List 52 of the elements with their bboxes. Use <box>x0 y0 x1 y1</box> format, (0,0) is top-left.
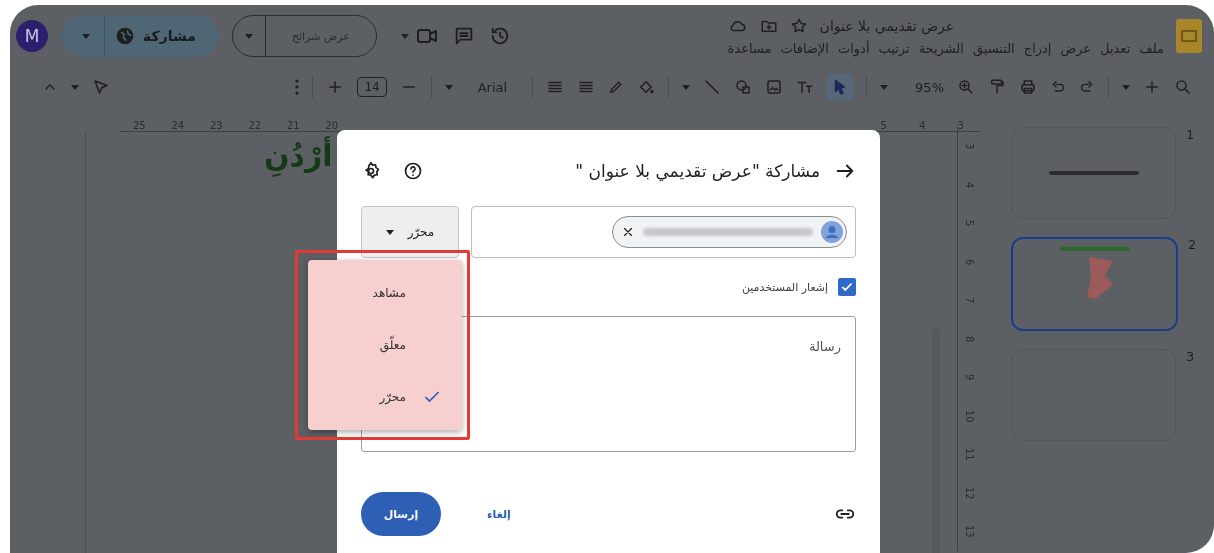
menu-item[interactable]: التنسيق <box>972 40 1015 56</box>
send-button[interactable]: إرسال <box>361 492 441 536</box>
star-icon[interactable] <box>789 16 808 35</box>
slide-heading: أرْدُنِ <box>264 138 333 182</box>
slide-number: 3 <box>1186 349 1195 364</box>
close-icon[interactable] <box>621 225 635 239</box>
help-icon[interactable] <box>403 161 423 181</box>
paint-format-icon[interactable] <box>988 78 1006 96</box>
user-avatar[interactable]: M <box>16 20 48 52</box>
slide-thumbnail[interactable] <box>1011 127 1176 219</box>
notify-label: إشعار المستخدمين <box>741 280 828 294</box>
menu-item[interactable]: إدراج <box>1023 40 1052 56</box>
font-selector[interactable]: Arial <box>477 79 508 95</box>
share-button[interactable]: مشاركة <box>62 15 218 57</box>
slides-logo-icon[interactable] <box>1176 19 1202 53</box>
image-icon[interactable] <box>765 78 784 96</box>
font-size-field[interactable]: 14 <box>357 77 387 97</box>
role-dropdown[interactable]: محرّر <box>361 206 459 258</box>
menu-item[interactable]: الإضافات <box>780 40 829 56</box>
search-icon[interactable] <box>1174 78 1192 96</box>
shapes-icon[interactable] <box>734 78 753 96</box>
more-options-icon[interactable] <box>295 79 300 95</box>
role-option[interactable]: مشاهد <box>308 270 462 316</box>
slide-number: 1 <box>1186 127 1195 142</box>
thumbnail-text-line <box>1059 247 1130 251</box>
add-icon[interactable] <box>1143 78 1161 96</box>
slide-number: 2 <box>1188 237 1197 252</box>
menu-item[interactable]: ترتيب <box>878 40 910 56</box>
redo-icon[interactable] <box>1079 79 1095 95</box>
zoom-level[interactable]: 95% <box>915 79 944 95</box>
cancel-link[interactable]: إلغاء <box>481 506 517 522</box>
print-icon[interactable] <box>1019 78 1037 96</box>
person-avatar-icon <box>821 221 843 243</box>
zoom-icon[interactable] <box>957 78 975 96</box>
notify-checkbox[interactable] <box>838 278 856 296</box>
dialog-title: مشاركة "عرض تقديمي بلا عنوان " <box>574 161 820 181</box>
menu-item[interactable]: أدوات <box>838 40 870 56</box>
menu-item[interactable]: مساعدة <box>727 40 772 56</box>
check-icon <box>840 280 854 294</box>
menu-item[interactable]: عرض <box>1060 40 1092 56</box>
menu-item[interactable]: الشريحة <box>918 40 964 56</box>
line-icon[interactable] <box>703 78 722 96</box>
globe-icon[interactable] <box>115 26 135 46</box>
people-field[interactable] <box>471 206 856 258</box>
caret-icon[interactable] <box>385 229 394 235</box>
document-title[interactable]: عرض تقديمي بلا عنوان <box>819 17 955 34</box>
menu-item[interactable]: ملف <box>1139 40 1164 56</box>
undo-icon[interactable] <box>1050 79 1066 95</box>
pointer-icon[interactable] <box>92 78 110 96</box>
fill-bucket-icon[interactable] <box>637 78 656 96</box>
menu-item[interactable]: تعديل <box>1100 40 1131 56</box>
slide-thumbnail[interactable] <box>1011 237 1178 331</box>
